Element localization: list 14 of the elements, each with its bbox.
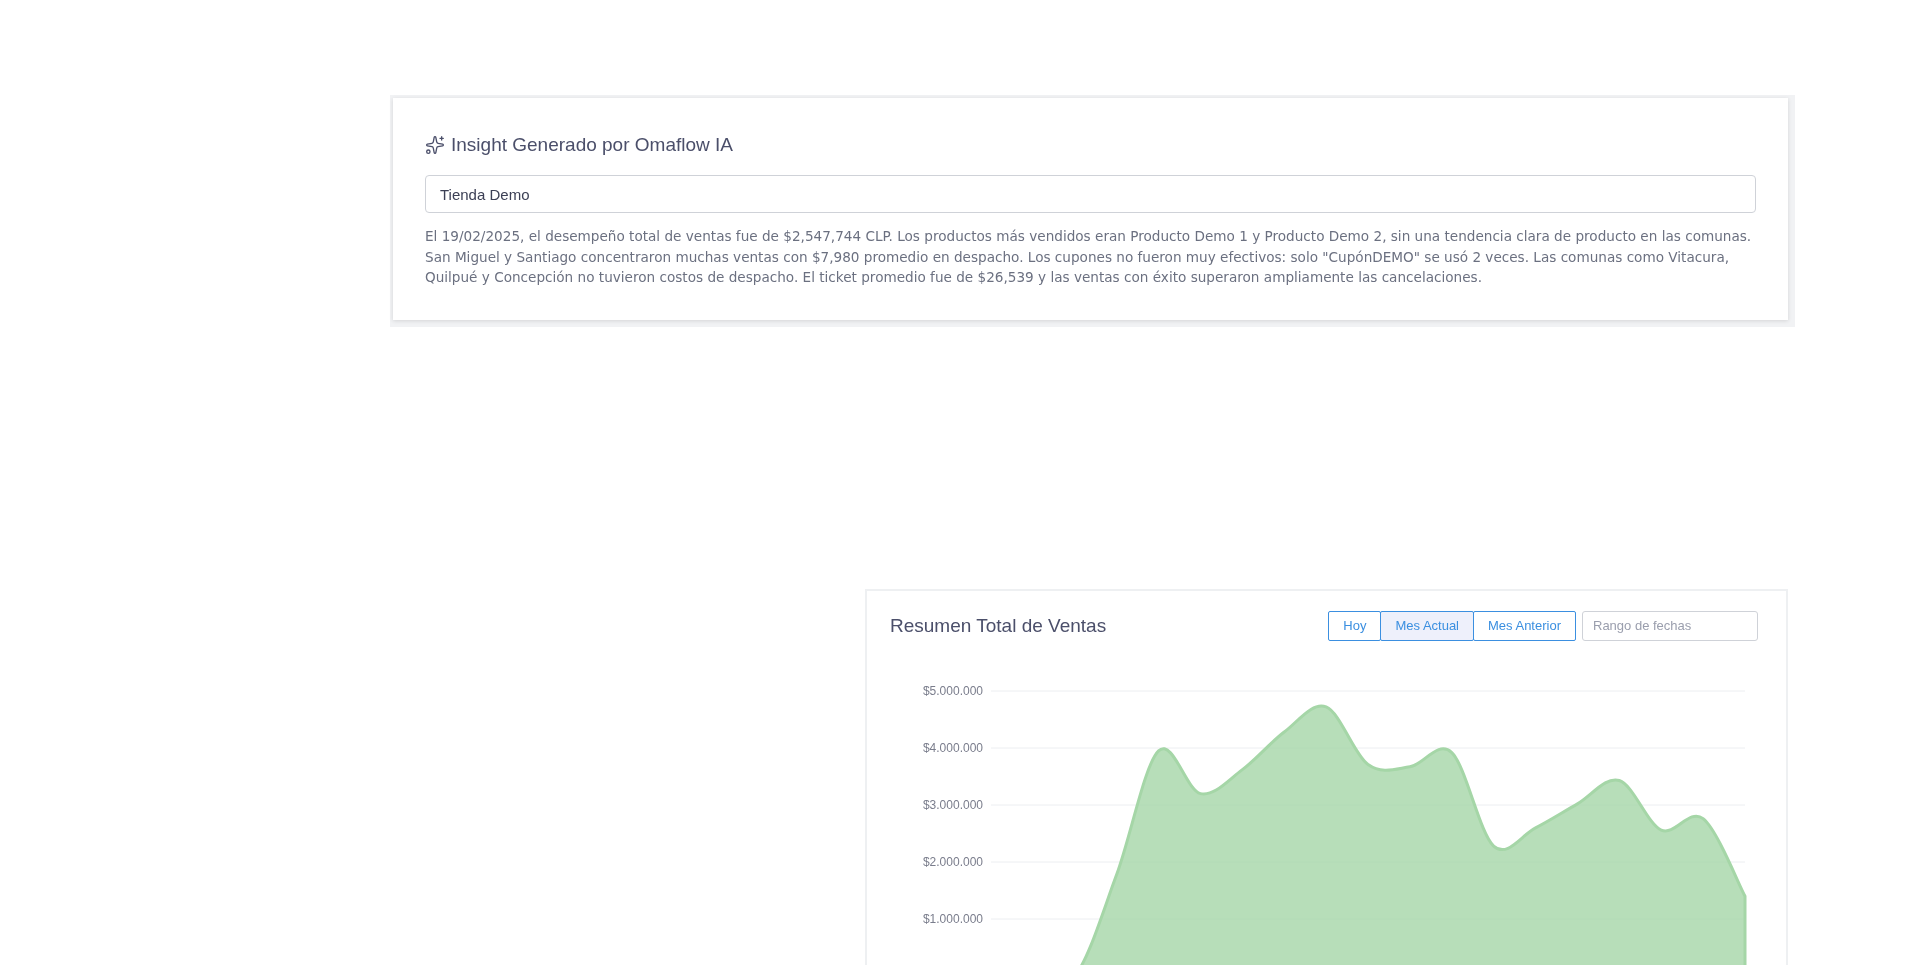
store-field[interactable]: Tienda Demo bbox=[425, 175, 1756, 213]
sparkles-icon bbox=[425, 135, 445, 155]
date-range-field[interactable]: Rango de fechas bbox=[1582, 610, 1758, 641]
card-title: Insight Generado por Omaflow IA bbox=[451, 134, 733, 156]
range-button[interactable]: Hoy bbox=[1328, 610, 1382, 641]
y-axis-label: $2.000.000 bbox=[922, 854, 983, 869]
y-axis-label: $3.000.000 bbox=[922, 797, 983, 812]
card-title: Resumen Total de Ventas bbox=[890, 614, 1107, 637]
range-button[interactable]: Mes Anterior bbox=[1473, 610, 1576, 641]
y-axis-label: $1.000.000 bbox=[922, 911, 983, 926]
insight-text: El 19/02/2025, el desempeño total de ventas fue de $2,547,744 CLP. Los productos más vendidos eran Producto Demo 1 y Producto Demo 2, sin una tendencia clara de producto en las comunas. San Miguel y Santiago concentraron muchas ventas con $7,980 promedio en despacho. Los cupones no fueron muy efectivos: solo "CupónDEMO" se usó 2 veces. Las comunas como Vitacura, Quilpué y Concepción no tuvieron costos de despacho. El ticket promedio fue de $26,539 y las ventas con éxito superaron ampliamente las cancelaciones. bbox=[425, 227, 1753, 287]
y-axis-label: $4.000.000 bbox=[922, 740, 983, 755]
range-button[interactable]: Mes Actual bbox=[1380, 610, 1474, 641]
y-axis-label: $5.000.000 bbox=[922, 683, 983, 698]
